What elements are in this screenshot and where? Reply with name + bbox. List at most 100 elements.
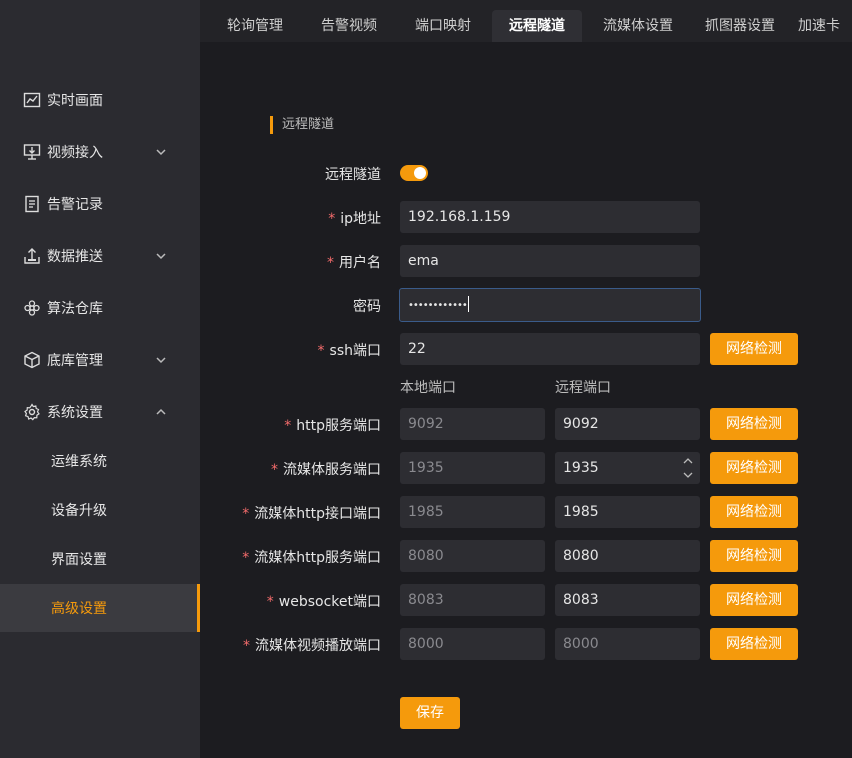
sidebar-subitem-label: 设备升级 <box>51 503 107 519</box>
tab-remote-tunnel[interactable]: 远程隧道 <box>492 10 582 42</box>
row-label-text: websocket端口 <box>278 594 381 610</box>
required-mark: * <box>243 638 250 654</box>
monitor-icon <box>23 144 41 160</box>
stream-http-api-remote-port-field[interactable]: 1985 <box>555 496 700 528</box>
stream-port-label: * 流媒体服务端口 <box>271 459 381 479</box>
required-mark: * <box>284 418 292 434</box>
stream-local-port-field[interactable]: 1935 <box>400 452 545 484</box>
sidebar-subitem-label: 运维系统 <box>51 454 107 470</box>
ssh-network-check-button[interactable]: 网络检测 <box>710 333 798 365</box>
stream-http-service-port-label: * 流媒体http服务端口 <box>242 547 381 567</box>
row-label-text: 流媒体http接口端口 <box>254 506 381 522</box>
ssh-label: * ssh端口 <box>318 340 381 360</box>
stream-video-play-network-check-button[interactable]: 网络检测 <box>710 628 798 660</box>
tab-streaming-settings[interactable]: 流媒体设置 <box>590 10 686 42</box>
ip-field[interactable]: 192.168.1.159 <box>400 201 700 233</box>
main-content: 远程隧道 远程隧道 * ip地址 192.168.1.159 * 用户名 ema 密… <box>200 42 852 758</box>
row-label-text: http服务端口 <box>296 418 381 434</box>
sidebar-item-realtime[interactable]: 实时画面 <box>0 76 200 124</box>
chevron-down-icon[interactable] <box>154 353 168 367</box>
tab-polling[interactable]: 轮询管理 <box>212 10 298 42</box>
required-mark: * <box>328 211 336 227</box>
sidebar-item-algorithm-store[interactable]: 算法仓库 <box>0 284 200 332</box>
required-mark: * <box>317 343 325 359</box>
sidebar-item-system-settings[interactable]: 系统设置 <box>0 388 200 436</box>
ssh-port-field[interactable]: 22 <box>400 333 700 365</box>
stream-http-service-network-check-button[interactable]: 网络检测 <box>710 540 798 572</box>
sidebar-subitem-ops-system[interactable]: 运维系统 <box>0 437 200 485</box>
cube-icon <box>24 351 40 369</box>
toggle-knob <box>414 167 426 179</box>
required-mark: * <box>266 594 274 610</box>
flower-icon <box>24 300 40 316</box>
sidebar-item-data-push[interactable]: 数据推送 <box>0 232 200 280</box>
row-label-text: 流媒体服务端口 <box>283 462 381 478</box>
section-title: 远程隧道 <box>270 116 334 134</box>
stream-video-play-port-label: * 流媒体视频播放端口 <box>243 635 381 655</box>
sidebar-item-video-access[interactable]: 视频接入 <box>0 128 200 176</box>
stream-http-service-local-port-field[interactable]: 8080 <box>400 540 545 572</box>
upload-icon <box>24 248 40 264</box>
stream-video-play-local-port-field[interactable]: 8000 <box>400 628 545 660</box>
number-stepper-icon[interactable] <box>682 455 694 481</box>
sidebar-item-library-manage[interactable]: 底库管理 <box>0 336 200 384</box>
sidebar-item-label: 视频接入 <box>47 145 103 161</box>
http-network-check-button[interactable]: 网络检测 <box>710 408 798 440</box>
http-remote-port-field[interactable]: 9092 <box>555 408 700 440</box>
stream-http-api-local-port-field[interactable]: 1985 <box>400 496 545 528</box>
sidebar-subitem-advanced-settings[interactable]: 高级设置 <box>0 584 200 632</box>
tab-capture-settings[interactable]: 抓图器设置 <box>692 10 788 42</box>
websocket-local-port-field[interactable]: 8083 <box>400 584 545 616</box>
stream-remote-port-field[interactable]: 1935 <box>555 452 700 484</box>
tab-accelerator[interactable]: 加速卡 <box>798 10 852 42</box>
http-local-port-field[interactable]: 9092 <box>400 408 545 440</box>
websocket-port-label: * websocket端口 <box>267 591 381 611</box>
ssh-label-text: ssh端口 <box>329 343 381 359</box>
websocket-network-check-button[interactable]: 网络检测 <box>710 584 798 616</box>
websocket-remote-port-field[interactable]: 8083 <box>555 584 700 616</box>
sidebar-item-label: 系统设置 <box>47 405 103 421</box>
stream-http-service-remote-port-field[interactable]: 8080 <box>555 540 700 572</box>
password-field[interactable]: •••••••••••• <box>399 288 701 322</box>
stream-network-check-button[interactable]: 网络检测 <box>710 452 798 484</box>
tab-bar: 轮询管理 告警视频 端口映射 远程隧道 流媒体设置 抓图器设置 加速卡 <box>200 0 852 42</box>
password-value: •••••••••••• <box>408 300 468 311</box>
sidebar: 实时画面 视频接入 告警记录 数据推送 算法仓库 底库管理 系统设置 运维系统 … <box>0 0 200 758</box>
sidebar-item-label: 算法仓库 <box>47 301 103 317</box>
password-label: 密码 <box>353 299 381 315</box>
tunnel-label-text: 远程隧道 <box>325 167 381 183</box>
required-mark: * <box>242 506 250 522</box>
remote-port-header: 远程端口 <box>555 380 611 396</box>
sidebar-item-alarm-records[interactable]: 告警记录 <box>0 180 200 228</box>
text-caret <box>467 296 469 312</box>
tunnel-toggle[interactable] <box>400 165 428 181</box>
sidebar-subitem-label: 高级设置 <box>51 601 107 617</box>
sidebar-item-label: 底库管理 <box>47 353 103 369</box>
required-mark: * <box>271 462 278 478</box>
document-icon <box>25 195 39 213</box>
chevron-down-icon[interactable] <box>154 145 168 159</box>
chevron-down-icon[interactable] <box>154 249 168 263</box>
sidebar-subitem-device-upgrade[interactable]: 设备升级 <box>0 486 200 534</box>
ip-label: * ip地址 <box>328 208 381 228</box>
required-mark: * <box>242 550 250 566</box>
save-button[interactable]: 保存 <box>400 697 460 729</box>
sidebar-item-label: 数据推送 <box>47 249 103 265</box>
username-label-text: 用户名 <box>339 255 381 271</box>
chart-line-icon <box>23 92 41 108</box>
sidebar-subitem-label: 界面设置 <box>51 552 107 568</box>
username-label: * 用户名 <box>327 252 381 272</box>
tab-port-mapping[interactable]: 端口映射 <box>400 10 486 42</box>
stream-video-play-remote-port-field[interactable]: 8000 <box>555 628 700 660</box>
stream-http-api-network-check-button[interactable]: 网络检测 <box>710 496 798 528</box>
stream-remote-port-value: 1935 <box>563 460 599 476</box>
ip-label-text: ip地址 <box>340 211 381 227</box>
tab-alarm-video[interactable]: 告警视频 <box>306 10 392 42</box>
sidebar-item-label: 告警记录 <box>47 197 103 213</box>
http-port-label: * http服务端口 <box>284 415 381 435</box>
tunnel-label: 远程隧道 <box>325 164 381 184</box>
required-mark: * <box>327 255 334 271</box>
username-field[interactable]: ema <box>400 245 700 277</box>
sidebar-subitem-ui-settings[interactable]: 界面设置 <box>0 535 200 583</box>
chevron-up-icon[interactable] <box>154 405 168 419</box>
